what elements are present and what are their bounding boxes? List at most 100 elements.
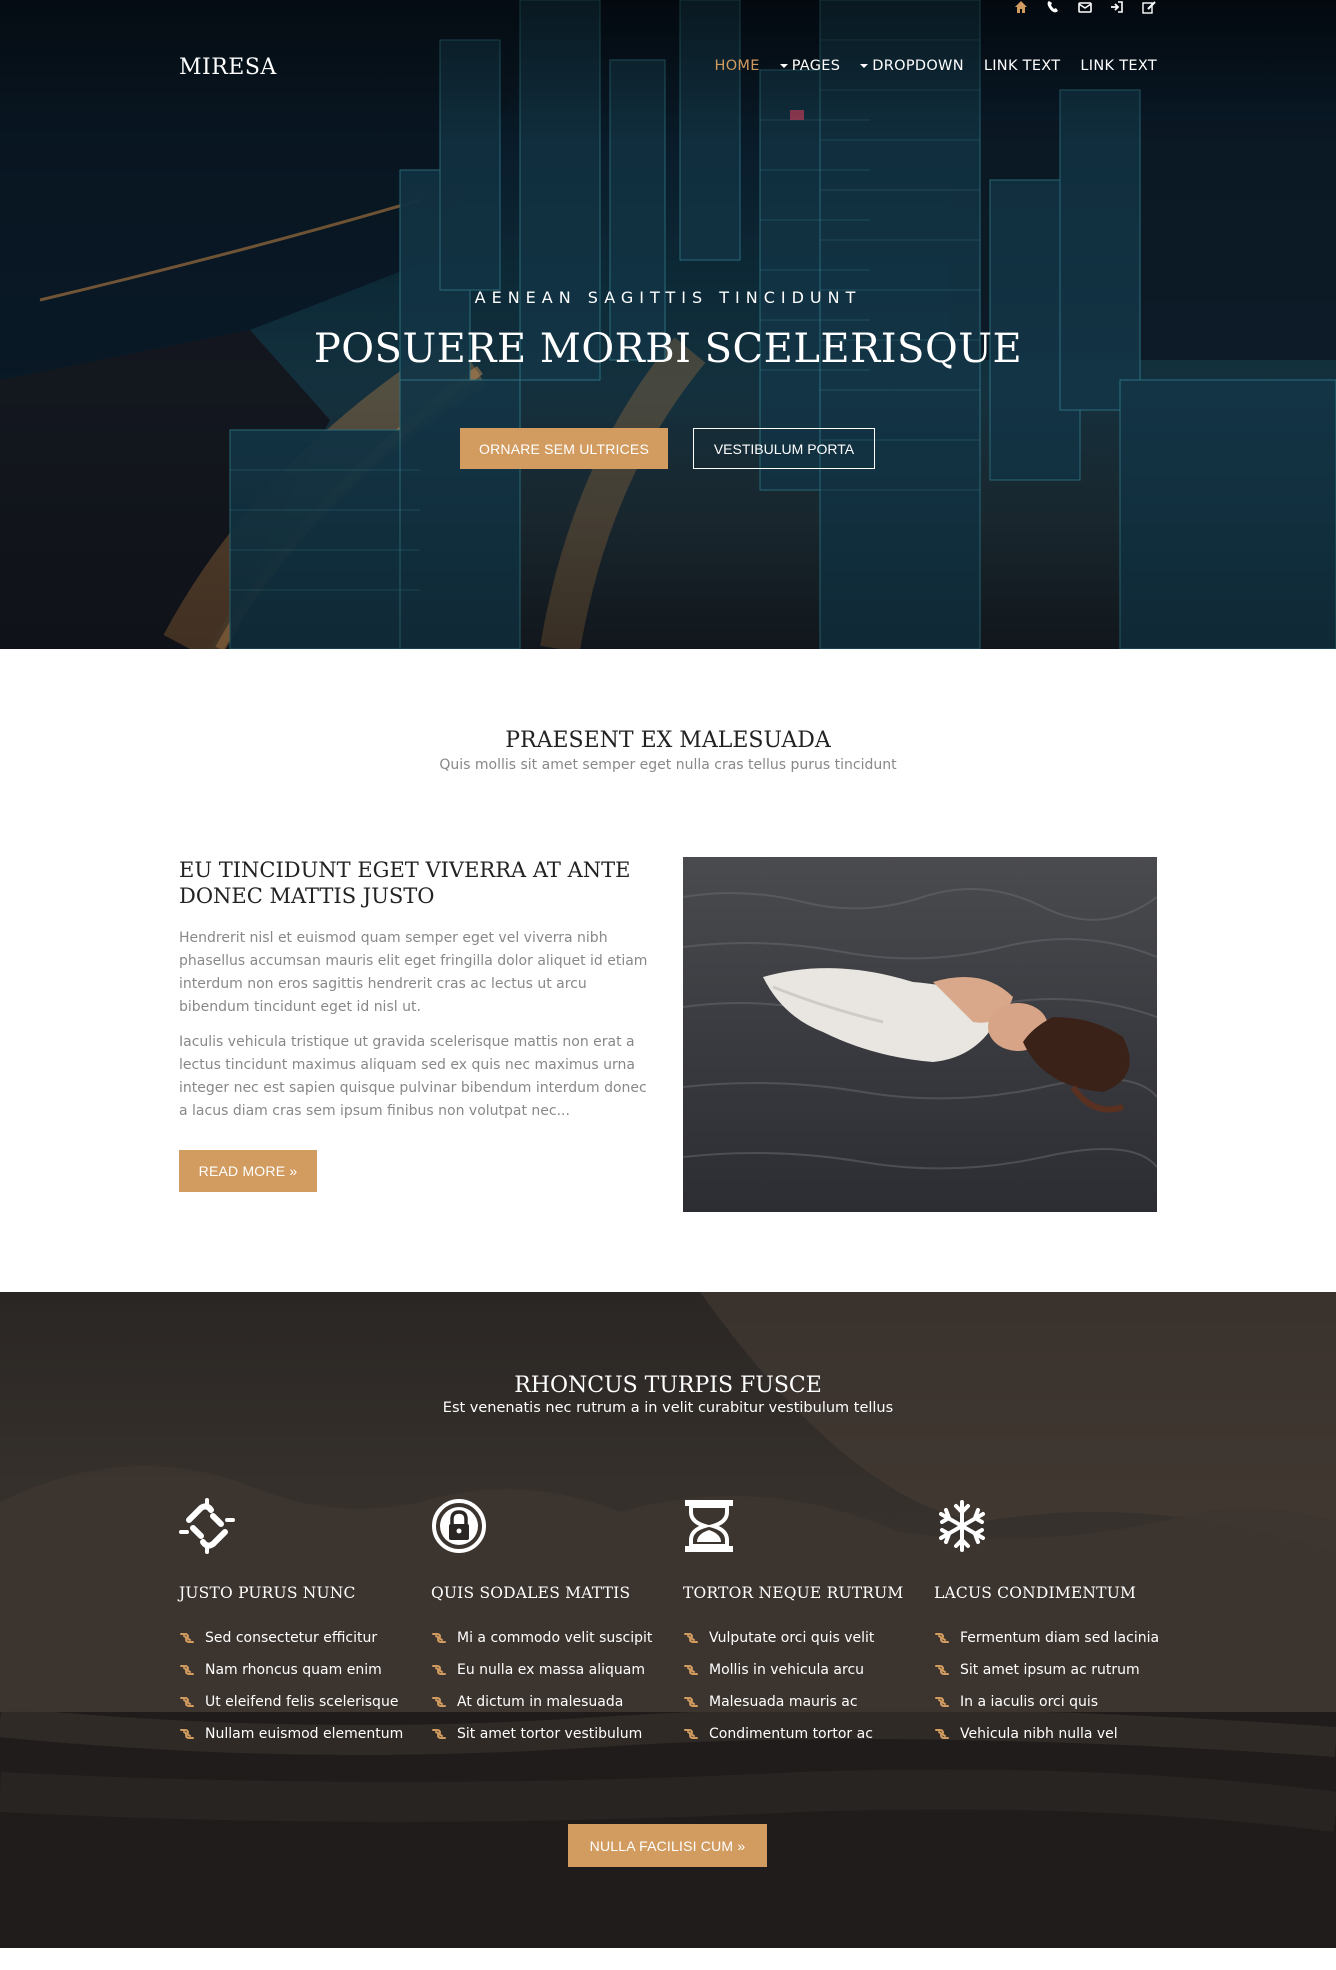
list-item-text: Nullam euismod elementum (205, 1726, 404, 1742)
list-item-text: Eu nulla ex massa aliquam (457, 1662, 645, 1678)
list-item-text: Malesuada mauris ac (709, 1694, 858, 1710)
list-item-text: At dictum in malesuada (457, 1694, 624, 1710)
nav-link-label: LINK TEXT (983, 58, 1061, 74)
list-item-text: Vehicula nibh nulla vel (960, 1726, 1118, 1742)
list-item-text: Nam rhoncus quam enim (205, 1662, 382, 1678)
link-icon (180, 1665, 194, 1675)
nav-link-text-2[interactable]: LINK TEXT (1080, 58, 1157, 74)
sign-in-icon[interactable] (1110, 0, 1128, 14)
feature-list: Vulputate orci quis velit Mollis in vehi… (683, 1622, 913, 1750)
nav-pages[interactable]: PAGES (779, 58, 841, 74)
list-item: Fermentum diam sed lacinia (934, 1622, 1164, 1654)
features-section: RHONCUS TURPIS FUSCE Est venenatis nec r… (0, 1292, 1336, 1948)
link-icon (935, 1697, 949, 1707)
hero-overlay (0, 0, 1336, 649)
link-icon (432, 1665, 446, 1675)
nav-dropdown-label: DROPDOWN (872, 58, 964, 74)
list-item: Ut eleifend felis scelerisque (179, 1686, 409, 1718)
list-item-text: Mollis in vehicula arcu (709, 1662, 865, 1678)
article-paragraph-1: Hendrerit nisl et euismod quam semper eg… (179, 930, 648, 1015)
feature-list: Fermentum diam sed lacinia Sit amet ipsu… (934, 1622, 1164, 1750)
feature-list: Sed consectetur efficitur Nam rhoncus qu… (179, 1622, 409, 1750)
feature-column-2: QUIS SODALES MATTIS Mi a commodo velit s… (431, 1498, 661, 1750)
link-icon (180, 1697, 194, 1707)
caret-down-icon (860, 64, 869, 68)
list-item-text: Sed consectetur efficitur (205, 1630, 378, 1646)
nav-link-text-1[interactable]: LINK TEXT (984, 58, 1061, 74)
features-title: RHONCUS TURPIS FUSCE (514, 1373, 822, 1398)
list-item-text: Sit amet ipsum ac rutrum (960, 1662, 1140, 1678)
hero-secondary-button[interactable]: VESTIBULUM PORTA (693, 428, 875, 469)
list-item: Vulputate orci quis velit (683, 1622, 913, 1654)
list-item: In a iaculis orci quis (934, 1686, 1164, 1718)
snowflake-icon (939, 1500, 985, 1552)
caret-down-icon (779, 64, 788, 68)
link-icon (684, 1633, 698, 1643)
brand-logo[interactable]: MIRESA (179, 55, 277, 80)
list-item: Vehicula nibh nulla vel (934, 1718, 1164, 1750)
nav-dropdown[interactable]: DROPDOWN (860, 58, 964, 74)
feature-heading: JUSTO PURUS NUNC (179, 1584, 356, 1602)
nav-home-label: HOME (714, 58, 760, 74)
link-icon (935, 1729, 949, 1739)
list-item-text: Ut eleifend felis scelerisque (205, 1694, 399, 1710)
list-item-text: In a iaculis orci quis (960, 1694, 1099, 1710)
link-icon (935, 1633, 949, 1643)
list-item: Sit amet ipsum ac rutrum (934, 1654, 1164, 1686)
feature-heading: LACUS CONDIMENTUM (934, 1584, 1137, 1602)
article-title: EU TINCIDUNT EGET VIVERRA AT ANTE DONEC … (179, 858, 631, 908)
list-item: Sed consectetur efficitur (179, 1622, 409, 1654)
list-item: Condimentum tortor ac (683, 1718, 913, 1750)
article-photo (683, 857, 1157, 1212)
list-item: Mollis in vehicula arcu (683, 1654, 913, 1686)
edit-icon[interactable] (1142, 0, 1160, 14)
feature-column-3: TORTOR NEQUE RUTRUM Vulputate orci quis … (683, 1498, 913, 1750)
nav-pages-label: PAGES (791, 58, 841, 74)
list-item: Eu nulla ex massa aliquam (431, 1654, 661, 1686)
link-icon (935, 1665, 949, 1675)
feature-list: Mi a commodo velit suscipit Eu nulla ex … (431, 1622, 661, 1750)
phone-icon[interactable] (1046, 0, 1064, 14)
home-icon[interactable] (1014, 0, 1032, 14)
link-icon (432, 1633, 446, 1643)
list-item: Sit amet tortor vestibulum (431, 1718, 661, 1750)
read-more-button[interactable]: READ MORE » (179, 1150, 317, 1192)
list-item-text: Sit amet tortor vestibulum (457, 1726, 643, 1742)
intro-subtitle: Quis mollis sit amet semper eget nulla c… (439, 757, 897, 773)
features-cta-button[interactable]: NULLA FACILISI CUM » (568, 1824, 767, 1867)
list-item-text: Mi a commodo velit suscipit (457, 1630, 653, 1646)
hero-primary-button[interactable]: ORNARE SEM ULTRICES (460, 428, 668, 469)
unlink-icon (179, 1498, 235, 1554)
feature-column-1: JUSTO PURUS NUNC Sed consectetur efficit… (179, 1498, 409, 1750)
article-paragraph-2: Iaculis vehicula tristique ut gravida sc… (179, 1034, 647, 1119)
intro-title: PRAESENT EX MALESUADA (505, 728, 831, 753)
link-icon (432, 1697, 446, 1707)
nav-home[interactable]: HOME (714, 58, 759, 74)
main-nav: HOME PAGES DROPDOWN LINK TEXT LINK TEXT (714, 58, 1157, 74)
link-icon (684, 1697, 698, 1707)
hero-kicker: AENEAN SAGITTIS TINCIDUNT (474, 288, 862, 307)
feature-heading: TORTOR NEQUE RUTRUM (683, 1584, 904, 1602)
hero-title: POSUERE MORBI SCELERISQUE (313, 326, 1023, 372)
envelope-icon[interactable] (1078, 0, 1096, 14)
hourglass-icon (685, 1500, 733, 1552)
lock-icon (432, 1499, 486, 1553)
feature-column-4: LACUS CONDIMENTUM Fermentum diam sed lac… (934, 1498, 1164, 1750)
list-item: Nullam euismod elementum (179, 1718, 409, 1750)
top-utility-icons (1014, 0, 1160, 14)
feature-heading: QUIS SODALES MATTIS (431, 1584, 631, 1602)
hero-section: MIRESA HOME PAGES DROPDOWN LINK TEXT LIN… (0, 0, 1336, 649)
list-item-text: Vulputate orci quis velit (709, 1630, 875, 1646)
features-subtitle: Est venenatis nec rutrum a in velit cura… (442, 1400, 894, 1416)
list-item-text: Fermentum diam sed lacinia (960, 1630, 1160, 1646)
nav-link-label: LINK TEXT (1080, 58, 1157, 74)
link-icon (684, 1729, 698, 1739)
link-icon (684, 1665, 698, 1675)
link-icon (180, 1729, 194, 1739)
link-icon (432, 1729, 446, 1739)
list-item: Nam rhoncus quam enim (179, 1654, 409, 1686)
list-item-text: Condimentum tortor ac (709, 1726, 873, 1742)
list-item: Malesuada mauris ac (683, 1686, 913, 1718)
list-item: Mi a commodo velit suscipit (431, 1622, 661, 1654)
link-icon (180, 1633, 194, 1643)
